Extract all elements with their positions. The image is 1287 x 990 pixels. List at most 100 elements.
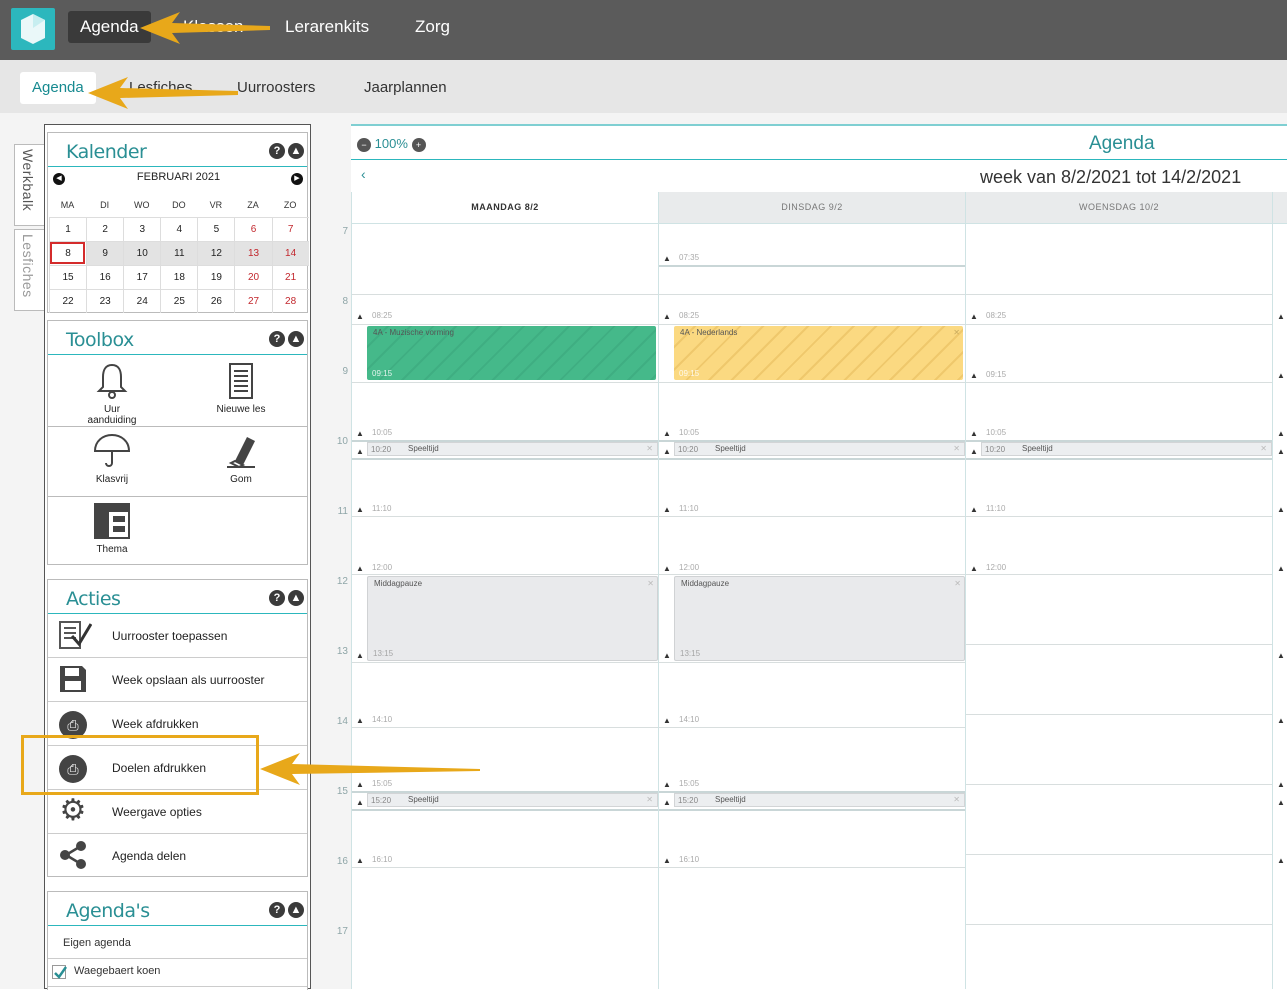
close-icon[interactable]: ✕	[954, 579, 961, 588]
app-logo[interactable]	[11, 8, 55, 50]
calendar-week-row: 1 2 3 4 5 6 7	[49, 217, 309, 241]
lesson-event[interactable]: 4A - Muzische vorming 09:15	[367, 326, 656, 380]
calendar-day[interactable]: 16	[86, 265, 124, 289]
next-month-icon[interactable]: ▶	[291, 173, 303, 185]
collapse-icon[interactable]: ▲	[288, 590, 304, 606]
hour-label: 8	[342, 296, 348, 307]
topnav-agenda[interactable]: Agenda	[68, 11, 151, 43]
close-icon[interactable]: ✕	[646, 444, 653, 453]
toolbox-header: Toolbox ? ▲	[48, 321, 307, 355]
help-icon[interactable]: ?	[269, 143, 285, 159]
tool-gom[interactable]: Gom	[201, 431, 281, 485]
slot-divider	[352, 516, 658, 517]
calendar-week-row: 15 16 17 18 19 20 21	[49, 265, 309, 289]
calendar-day[interactable]: 1	[49, 217, 87, 241]
help-icon[interactable]: ?	[269, 331, 285, 347]
zoom-out-icon[interactable]: −	[357, 137, 371, 152]
tool-uur-aanduiding[interactable]: Uur aanduiding	[72, 361, 152, 426]
calendar-day[interactable]: 14	[271, 241, 309, 265]
calendar-day[interactable]: 6	[234, 217, 272, 241]
speeltijd-event[interactable]: 10:20 Speeltijd ✕	[367, 442, 658, 456]
calendar-day[interactable]: 13	[234, 241, 272, 265]
speeltijd-event[interactable]: 10:20 Speeltijd ✕	[981, 442, 1272, 456]
speeltijd-event[interactable]: 15:20 Speeltijd ✕	[367, 793, 658, 807]
annotation-arrow-icon	[88, 77, 238, 109]
collapse-icon[interactable]: ▲	[288, 143, 304, 159]
calendar-day[interactable]: 17	[123, 265, 161, 289]
calendar-day[interactable]: 20	[234, 265, 272, 289]
close-icon[interactable]: ✕	[953, 795, 960, 804]
calendar-day-selected[interactable]: 8	[49, 241, 87, 265]
topnav-lerarenkits[interactable]: Lerarenkits	[273, 11, 381, 43]
tool-nieuwe-les[interactable]: Nieuwe les	[201, 361, 281, 415]
tool-klasvrij[interactable]: Klasvrij	[72, 431, 152, 485]
calendar-day[interactable]: 5	[197, 217, 235, 241]
slot-divider	[966, 516, 1272, 517]
time-mark: 08:25	[986, 311, 1007, 320]
calendar-day[interactable]: 21	[271, 265, 309, 289]
close-icon[interactable]: ✕	[646, 795, 653, 804]
calendar-day[interactable]: 3	[123, 217, 161, 241]
zoom-in-icon[interactable]: +	[411, 137, 426, 152]
calendar-day[interactable]: 9	[86, 241, 124, 265]
checkmark-icon	[54, 966, 68, 979]
calendar-day[interactable]: 15	[49, 265, 87, 289]
sidetab-lesfiches[interactable]: Lesfiches	[14, 229, 45, 311]
day-header-partial	[1273, 192, 1287, 224]
tool-thema[interactable]: Thema	[72, 501, 152, 555]
lesson-event[interactable]: 4A - Nederlands 09:15 ✕	[674, 326, 963, 380]
calendar-day[interactable]: 4	[160, 217, 198, 241]
bell-icon: ▲	[1277, 564, 1285, 573]
close-icon[interactable]: ✕	[647, 579, 654, 588]
collapse-icon[interactable]: ▲	[288, 902, 304, 918]
bell-icon: ▲	[356, 564, 364, 573]
calendar-day[interactable]: 7	[271, 217, 309, 241]
help-icon[interactable]: ?	[269, 902, 285, 918]
collapse-icon[interactable]: ▲	[288, 331, 304, 347]
slot-divider	[352, 458, 658, 460]
calendar-day[interactable]: 28	[271, 289, 309, 313]
calendar-day[interactable]: 11	[160, 241, 198, 265]
close-icon[interactable]: ✕	[953, 444, 960, 453]
calendar-day[interactable]: 26	[197, 289, 235, 313]
calendar-day[interactable]: 22	[49, 289, 87, 313]
event-title: Speeltijd	[715, 795, 746, 804]
agenda-checkbox[interactable]	[52, 965, 68, 979]
weekday-label: MA	[60, 200, 75, 210]
agenda-user-row[interactable]: Waegebaert koen	[48, 959, 307, 987]
sidetab-werkbalk[interactable]: Werkbalk	[14, 144, 45, 226]
event-start-time: 10:20	[985, 445, 1006, 454]
action-agenda-delen[interactable]: Agenda delen	[48, 834, 307, 878]
eraser-icon	[227, 437, 255, 469]
action-weergave-opties[interactable]: ⚙ Weergave opties	[48, 790, 307, 834]
calendar-day[interactable]: 18	[160, 265, 198, 289]
annotation-arrow-icon	[260, 753, 480, 785]
topnav-zorg[interactable]: Zorg	[403, 11, 462, 43]
close-icon[interactable]: ✕	[953, 328, 960, 337]
speeltijd-event[interactable]: 15:20 Speeltijd ✕	[674, 793, 965, 807]
subnav-jaarplannen[interactable]: Jaarplannen	[352, 72, 459, 104]
subnav-agenda[interactable]: Agenda	[20, 72, 96, 104]
middagpauze-event[interactable]: Middagpauze 13:15 ✕	[367, 576, 658, 661]
close-icon[interactable]: ✕	[1260, 444, 1267, 453]
calendar-day[interactable]: 12	[197, 241, 235, 265]
acties-header: Acties ? ▲	[48, 580, 307, 614]
calendar-day[interactable]: 27	[234, 289, 272, 313]
help-icon[interactable]: ?	[269, 590, 285, 606]
calendar-grid: MA DI WO DO VR ZA ZO 1 2 3 4 5 6 7 8 9 1…	[49, 193, 309, 313]
calendar-day[interactable]: 2	[86, 217, 124, 241]
kalender-panel: Kalender ? ▲ ◀ FEBRUARI 2021 ▶ MA DI WO …	[47, 132, 309, 313]
action-uurrooster-toepassen[interactable]: Uurrooster toepassen	[48, 614, 307, 658]
prev-week-icon[interactable]: ‹	[361, 166, 366, 182]
calendar-day[interactable]: 24	[123, 289, 161, 313]
speeltijd-event[interactable]: 10:20 Speeltijd ✕	[674, 442, 965, 456]
weekday-label: ZA	[247, 200, 259, 210]
middagpauze-event[interactable]: Middagpauze 13:15 ✕	[674, 576, 965, 661]
action-label: Week afdrukken	[112, 717, 199, 731]
action-week-opslaan[interactable]: Week opslaan als uurrooster	[48, 658, 307, 702]
calendar-day[interactable]: 25	[160, 289, 198, 313]
calendar-day[interactable]: 10	[123, 241, 161, 265]
calendar-day[interactable]: 23	[86, 289, 124, 313]
calendar-day[interactable]: 19	[197, 265, 235, 289]
hour-label: 12	[336, 576, 348, 587]
